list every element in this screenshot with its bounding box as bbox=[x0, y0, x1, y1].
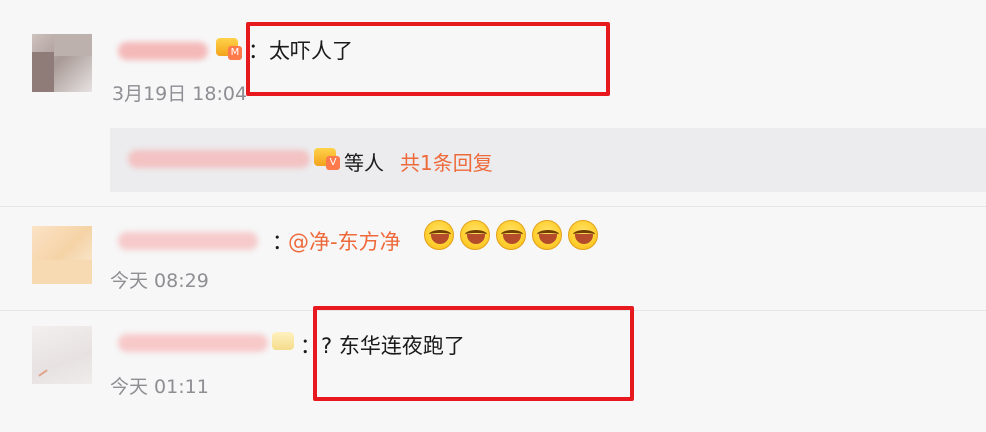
laugh-cry-emoji-icon bbox=[460, 220, 490, 250]
badge-icon bbox=[272, 332, 298, 354]
laugh-cry-emoji-icon bbox=[568, 220, 598, 250]
reply-suffix: 等人 bbox=[344, 151, 384, 175]
avatar[interactable] bbox=[32, 326, 92, 384]
vip-badge-icon: V bbox=[314, 148, 340, 170]
divider bbox=[0, 206, 986, 207]
laugh-cry-emoji-icon bbox=[424, 220, 454, 250]
mention-link[interactable]: @净-东方净 bbox=[288, 229, 401, 255]
highlight-box bbox=[246, 22, 610, 96]
avatar[interactable] bbox=[32, 226, 92, 284]
laugh-cry-emoji-icon bbox=[496, 220, 526, 250]
reply-users-redacted[interactable] bbox=[128, 150, 310, 168]
comment-timestamp: 今天 01:11 bbox=[110, 376, 209, 398]
username-redacted[interactable] bbox=[118, 334, 268, 352]
laugh-cry-emoji-icon bbox=[532, 220, 562, 250]
username-redacted[interactable] bbox=[118, 42, 208, 60]
highlight-box bbox=[313, 306, 634, 401]
comment-timestamp: 今天 08:29 bbox=[110, 270, 209, 292]
username-redacted[interactable] bbox=[118, 232, 258, 250]
view-replies-link[interactable]: 共1条回复 bbox=[400, 150, 493, 176]
avatar[interactable] bbox=[32, 34, 92, 92]
crown-badge-icon: M bbox=[216, 38, 242, 60]
comment-timestamp: 3月19日 18:04 bbox=[112, 83, 248, 105]
